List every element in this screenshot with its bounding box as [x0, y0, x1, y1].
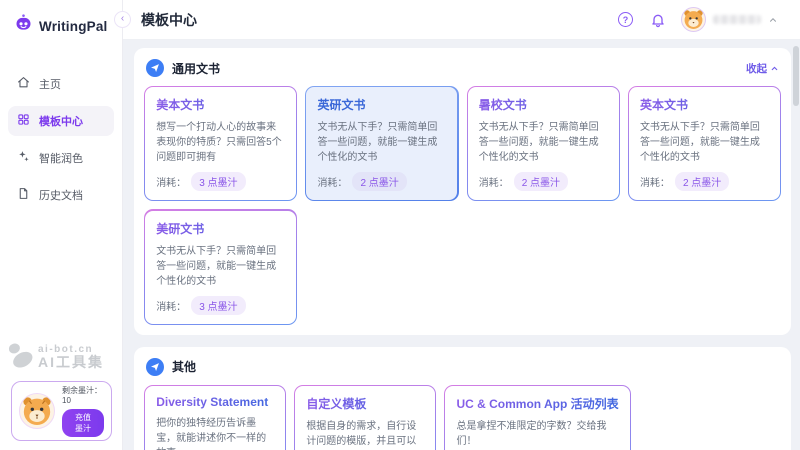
sidebar-item-label: 主页: [39, 76, 61, 92]
template-card[interactable]: 英本文书 文书无从下手？只需简单回答一些问题，就能一键生成个性化的文书 消耗： …: [628, 86, 781, 201]
account-menu[interactable]: [681, 7, 778, 32]
chevron-up-icon: [768, 15, 778, 25]
card-title: 英本文书: [640, 96, 769, 113]
cost-label: 消耗：: [156, 174, 186, 189]
collapse-section-link[interactable]: 收起: [746, 61, 779, 76]
template-card[interactable]: 自定义模板 根据自身的需求，自行设计问题的模版，并且可以保存和收藏在未来使用 消…: [294, 385, 436, 450]
section-other: 其他 Diversity Statement 把你的独特经历告诉墨宝，就能讲述你…: [134, 347, 791, 450]
card-description: 把你的独特经历告诉墨宝，就能讲述你不一样的故事: [156, 416, 274, 450]
card-description: 文书无从下手？只需简单回答一些问题，就能一键生成个性化的文书: [640, 120, 769, 165]
sidebar-item-home[interactable]: 主页: [8, 69, 114, 99]
help-icon[interactable]: ?: [617, 11, 634, 28]
top-header: 模板中心 ?: [123, 0, 800, 40]
bell-icon[interactable]: [649, 11, 666, 28]
template-card[interactable]: 美本文书 想写一个打动人心的故事来表现你的特质？只需回答5个问题即可拥有 消耗：…: [144, 86, 297, 201]
user-ink-card: 剩余墨汁：10 充值墨汁: [11, 381, 112, 441]
template-card[interactable]: UC & Common App 活动列表 总是拿捏不准限定的字数？交给我们！ 消…: [444, 385, 631, 450]
cost-badge: 3 点墨汁: [191, 172, 245, 191]
app-window: WritingPal 主页 模板中心 智能润色: [0, 0, 800, 450]
sidebar-item-label: 智能润色: [39, 150, 83, 166]
card-grid-other: Diversity Statement 把你的独特经历告诉墨宝，就能讲述你不一样…: [144, 385, 781, 450]
cost-label: 消耗：: [479, 174, 509, 189]
robot-logo-icon: [13, 13, 34, 39]
scrollbar-thumb[interactable]: [793, 46, 799, 106]
sidebar-item-label: 模板中心: [39, 113, 83, 129]
cost-label: 消耗：: [156, 298, 186, 313]
grid-icon: [17, 113, 30, 129]
card-title: 美研文书: [156, 220, 285, 237]
cost-badge: 2 点墨汁: [352, 172, 406, 191]
card-description: 文书无从下手？只需简单回答一些问题，就能一键生成个性化的文书: [156, 244, 285, 289]
cost-label: 消耗：: [640, 174, 670, 189]
card-title: UC & Common App 活动列表: [456, 395, 618, 412]
cost-badge: 2 点墨汁: [514, 172, 568, 191]
card-title: 美本文书: [156, 96, 285, 113]
app-logo: WritingPal: [0, 0, 122, 51]
template-card[interactable]: 美研文书 文书无从下手？只需简单回答一些问题，就能一键生成个性化的文书 消耗： …: [144, 209, 297, 324]
sidebar-item-templates[interactable]: 模板中心: [8, 106, 114, 136]
sidebar-nav: 主页 模板中心 智能润色 历史文档: [0, 51, 122, 210]
collapse-label: 收起: [746, 61, 767, 76]
template-card[interactable]: Diversity Statement 把你的独特经历告诉墨宝，就能讲述你不一样…: [144, 385, 286, 450]
watermark-title: AI工具集: [38, 355, 104, 370]
card-grid-general: 美本文书 想写一个打动人心的故事来表现你的特质？只需回答5个问题即可拥有 消耗：…: [144, 86, 781, 325]
watermark: ai-bot.cn AI工具集: [5, 341, 104, 374]
card-title: Diversity Statement: [156, 395, 274, 409]
app-name: WritingPal: [39, 19, 108, 34]
template-card[interactable]: 英研文书 文书无从下手？只需简单回答一些问题，就能一键生成个性化的文书 消耗： …: [305, 86, 458, 201]
ink-balance-label: 剩余墨汁：10: [62, 385, 104, 405]
cost-label: 消耗：: [317, 174, 347, 189]
page-title: 模板中心: [141, 10, 197, 30]
document-icon: [17, 187, 30, 203]
sidebar-item-history[interactable]: 历史文档: [8, 180, 114, 210]
send-icon: [146, 59, 164, 77]
send-icon: [146, 358, 164, 376]
card-description: 根据自身的需求，自行设计问题的模版，并且可以保存和收藏在未来使用: [306, 419, 424, 450]
cost-badge: 3 点墨汁: [191, 296, 245, 315]
card-description: 文书无从下手？只需简单回答一些问题，就能一键生成个性化的文书: [479, 120, 608, 165]
cost-badge: 2 点墨汁: [675, 172, 729, 191]
card-description: 想写一个打动人心的故事来表现你的特质？只需回答5个问题即可拥有: [156, 120, 285, 165]
sidebar-collapse-button[interactable]: ‹: [114, 11, 131, 28]
sparkles-icon: [17, 150, 30, 166]
card-description: 文书无从下手？只需简单回答一些问题，就能一键生成个性化的文书: [317, 120, 446, 165]
username-redacted: [713, 15, 761, 24]
card-description: 总是拿捏不准限定的字数？交给我们！: [456, 419, 618, 449]
sidebar-item-label: 历史文档: [39, 187, 83, 203]
watermark-logo-icon: [5, 341, 35, 374]
user-avatar: [681, 7, 706, 32]
main-content: 通用文书 收起 美本文书 想写一个打动人心的故事来表现你的特质？只需回答5个问题…: [123, 40, 800, 450]
sidebar: WritingPal 主页 模板中心 智能润色: [0, 0, 123, 450]
card-title: 英研文书: [317, 96, 446, 113]
template-card[interactable]: 暑校文书 文书无从下手？只需简单回答一些问题，就能一键生成个性化的文书 消耗： …: [467, 86, 620, 201]
tiger-avatar: [19, 393, 55, 429]
card-title: 自定义模板: [306, 395, 424, 412]
card-title: 暑校文书: [479, 96, 608, 113]
section-title: 通用文书: [172, 60, 220, 77]
section-general-essays: 通用文书 收起 美本文书 想写一个打动人心的故事来表现你的特质？只需回答5个问题…: [134, 48, 791, 335]
content-pane: ‹ 模板中心 ?: [123, 0, 800, 450]
section-title: 其他: [172, 358, 196, 375]
home-icon: [17, 76, 30, 92]
recharge-ink-button[interactable]: 充值墨汁: [62, 409, 104, 437]
sidebar-item-polish[interactable]: 智能润色: [8, 143, 114, 173]
